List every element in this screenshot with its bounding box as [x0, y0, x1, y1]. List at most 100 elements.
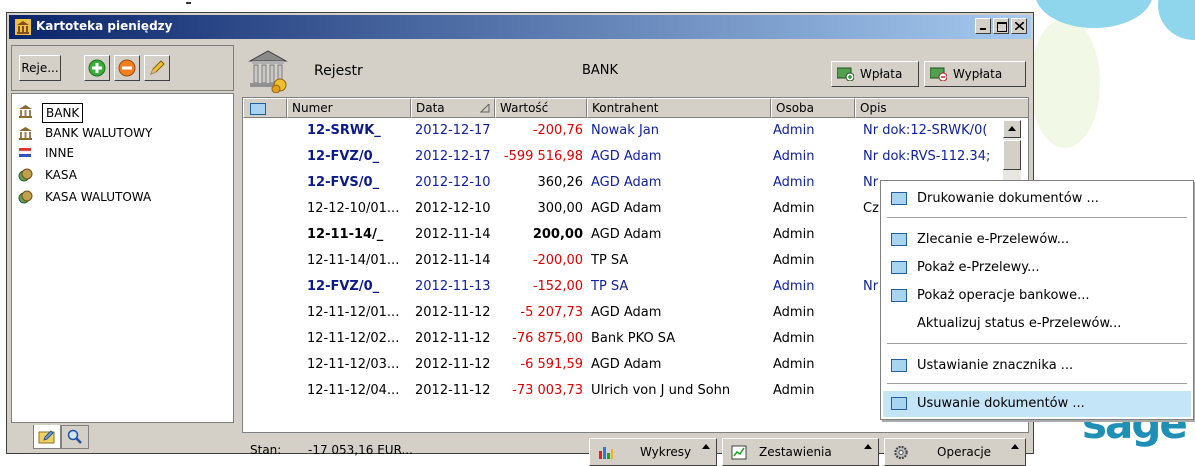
left-tabs	[11, 425, 234, 451]
cell-kontrahent: TP SA	[591, 253, 629, 268]
table-row[interactable]: 12-SRWK_ 2012-12-17 -200,76 Nowak Jan Ad…	[243, 118, 1011, 144]
maximize-button[interactable]	[993, 18, 1009, 34]
charts-label: Wykresy	[640, 445, 692, 459]
minus-icon	[118, 59, 136, 77]
caret-up-icon	[702, 444, 710, 449]
column-header-numer[interactable]: Numer	[287, 98, 411, 118]
charts-button[interactable]: Wykresy	[589, 438, 717, 466]
column-select[interactable]	[243, 98, 287, 118]
cell-data: 2012-12-10	[415, 175, 491, 190]
cell-numer: 12-11-12/02...	[307, 331, 400, 346]
menu-item-order-transfers[interactable]: Zlecanie e-Przelewów...	[883, 227, 1191, 253]
column-header-wartosc[interactable]: Wartość	[495, 98, 587, 118]
bank-building-icon	[248, 50, 288, 93]
cell-kontrahent: Ulrich von J und Sohn	[591, 383, 731, 398]
cell-numer: 12-12-10/01...	[307, 201, 400, 216]
withdraw-button[interactable]: Wypłata	[924, 61, 1026, 87]
cell-osoba: Admin	[773, 201, 815, 216]
reports-button[interactable]: Zestawienia	[722, 438, 879, 466]
operations-label: Operacje	[937, 445, 992, 459]
cell-numer: 12-11-14/01...	[307, 253, 400, 268]
deposit-icon	[837, 67, 854, 81]
pencil-icon	[150, 60, 165, 75]
remove-register-button[interactable]	[114, 55, 140, 81]
tree-item-bank-walutowy[interactable]: BANK WALUTOWY	[12, 124, 233, 144]
menu-item-icon	[891, 261, 907, 274]
menu-separator	[887, 383, 1187, 385]
cell-kontrahent: AGD Adam	[591, 149, 662, 164]
menu-item-label: Pokaż e-Przelewy...	[917, 260, 1040, 275]
table-header: Numer Data Wartość Kontrahent Osoba Opis	[243, 98, 1028, 118]
menu-item-label: Pokaż operacje bankowe...	[917, 288, 1090, 303]
operations-menu: Drukowanie dokumentów ... Zlecanie e-Prz…	[880, 180, 1194, 420]
column-header-kontrahent[interactable]: Kontrahent	[587, 98, 771, 118]
withdraw-icon	[930, 67, 947, 81]
reports-label: Zestawienia	[759, 445, 832, 459]
table-row[interactable]: 12-FVZ/0_ 2012-12-17 -599 516,98 AGD Ada…	[243, 144, 1011, 170]
edit-register-button[interactable]	[144, 55, 170, 81]
title-bar[interactable]: Kartoteka pieniędzy	[9, 15, 1031, 39]
cell-kontrahent: AGD Adam	[591, 227, 662, 242]
tree-item-kasa-walutowa[interactable]: KASA WALUTOWA	[12, 188, 233, 208]
scroll-up-button[interactable]	[1003, 120, 1021, 138]
cell-wartosc: -200,76	[532, 123, 583, 138]
cell-osoba: Admin	[773, 227, 815, 242]
tree-item-bank[interactable]: BANK	[12, 102, 233, 123]
cell-wartosc: 360,26	[537, 175, 584, 190]
tab-list[interactable]	[33, 425, 61, 449]
deposit-button[interactable]: Wpłata	[831, 61, 919, 87]
menu-item-update-transfer-status[interactable]: Aktualizuj status e-Przelewów...	[883, 311, 1191, 337]
registers-button[interactable]: Reje...	[19, 55, 61, 81]
cell-numer: 12-11-12/04...	[307, 383, 400, 398]
cell-numer: 12-11-12/01...	[307, 305, 400, 320]
menu-item-icon	[891, 192, 907, 205]
menu-item-delete-documents[interactable]: Usuwanie dokumentów ...	[883, 391, 1191, 417]
bar-chart-icon	[599, 447, 613, 459]
register-tree: BANK BANK WALUTOWY INNE KASA KASA WALUTO…	[11, 93, 234, 423]
cell-numer: 12-SRWK_	[307, 123, 381, 138]
close-button[interactable]	[1011, 18, 1027, 34]
tab-search[interactable]	[61, 425, 89, 449]
tree-item-label: BANK WALUTOWY	[45, 126, 153, 140]
scroll-thumb[interactable]	[1003, 140, 1021, 170]
menu-item-show-transfers[interactable]: Pokaż e-Przelewy...	[883, 255, 1191, 281]
cell-numer: 12-FVZ/0_	[307, 279, 380, 294]
tree-item-kasa[interactable]: KASA	[12, 166, 233, 186]
add-register-button[interactable]	[84, 55, 110, 81]
menu-item-set-marker[interactable]: Ustawianie znacznika ...	[883, 353, 1191, 379]
cell-wartosc: -76 875,00	[512, 331, 583, 346]
column-header-osoba[interactable]: Osoba	[771, 98, 855, 118]
column-header-opis[interactable]: Opis	[855, 98, 1028, 118]
cell-osoba: Admin	[773, 331, 815, 346]
cell-osoba: Admin	[773, 279, 815, 294]
menu-item-show-bank-operations[interactable]: Pokaż operacje bankowe...	[883, 283, 1191, 309]
bank-icon	[19, 127, 32, 140]
cell-kontrahent: AGD Adam	[591, 201, 662, 216]
register-toolbar: Reje...	[11, 45, 234, 91]
window-title: Kartoteka pieniędzy	[36, 19, 173, 33]
tree-item-inne[interactable]: INNE	[12, 144, 233, 164]
balance-label: Stan:	[250, 443, 282, 457]
column-header-data[interactable]: Data	[411, 98, 495, 118]
decorative-shape	[1030, 18, 1100, 148]
operations-button[interactable]: Operacje	[884, 438, 1026, 466]
balance-value: -17 053,16 EUR...	[308, 443, 413, 457]
cell-numer: 12-11-12/03...	[307, 357, 400, 372]
cell-wartosc: 300,00	[537, 201, 584, 216]
cell-osoba: Admin	[773, 305, 815, 320]
report-icon	[731, 445, 747, 460]
menu-item-icon	[891, 397, 907, 410]
caret-up-icon	[864, 444, 872, 449]
cell-data: 2012-11-12	[415, 305, 491, 320]
column-header-label: Data	[416, 101, 445, 115]
menu-item-print-documents[interactable]: Drukowanie dokumentów ...	[883, 186, 1191, 212]
gear-icon	[894, 445, 908, 460]
cell-data: 2012-11-13	[415, 279, 491, 294]
menu-item-label: Zlecanie e-Przelewów...	[917, 232, 1070, 247]
minimize-button[interactable]	[975, 18, 991, 34]
maximize-icon	[997, 22, 1007, 32]
cell-wartosc: -5 207,73	[520, 305, 583, 320]
plus-icon	[88, 59, 106, 77]
cell-wartosc: -6 591,59	[520, 357, 583, 372]
tree-item-label: INNE	[45, 146, 75, 160]
